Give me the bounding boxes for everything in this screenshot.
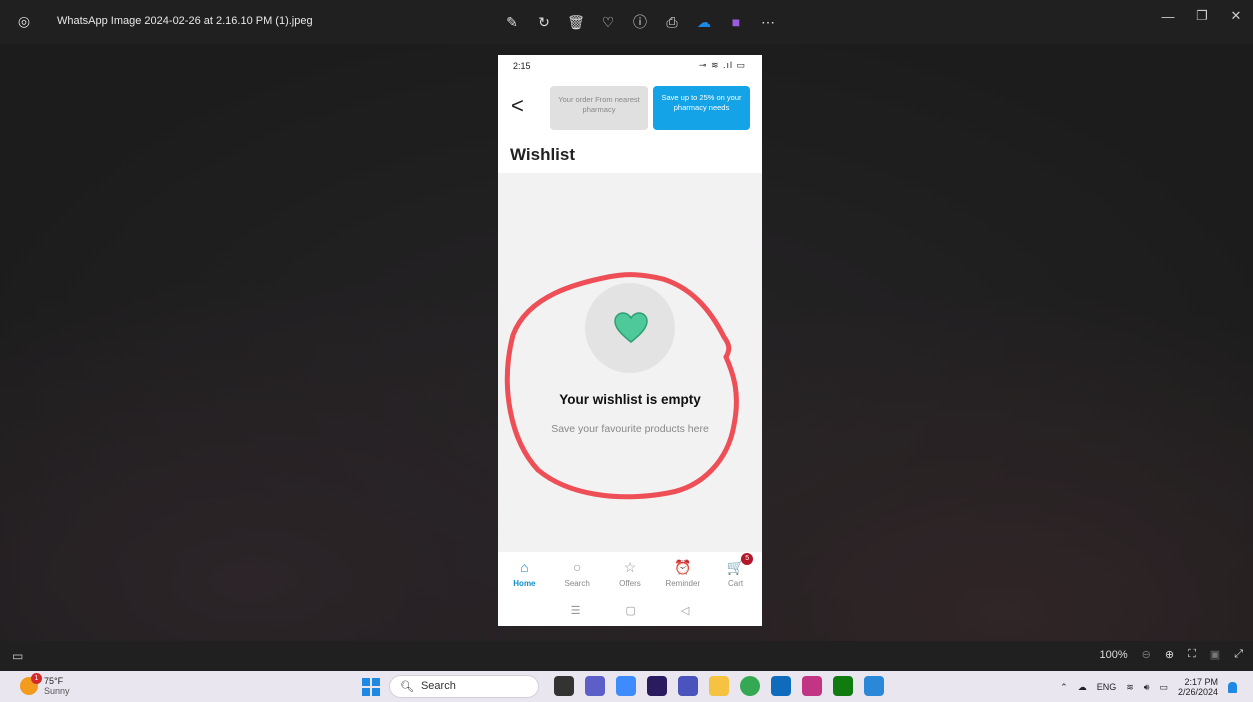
edit-icon[interactable]: ✎ xyxy=(500,10,524,34)
teams-icon[interactable] xyxy=(585,676,605,696)
zoom-controls: 100% ⊖ ⊕ ⛶ ▣ ⤢ xyxy=(1100,648,1244,661)
zoom-out-icon[interactable]: ⊖ xyxy=(1142,648,1151,661)
onedrive-tray-icon[interactable]: ☁ xyxy=(1078,682,1087,693)
nav-label: Offers xyxy=(619,579,641,588)
title-bar: ◎ WhatsApp Image 2024-02-26 at 2.16.10 P… xyxy=(0,0,1253,44)
nav-label: Home xyxy=(513,579,536,588)
weather-widget[interactable]: 1 75°F Sunny xyxy=(20,673,70,696)
promo-banner-nearest[interactable]: Your order From nearest pharmacy xyxy=(550,86,648,130)
android-nav-bar: ☰ ▢ ◁ xyxy=(498,595,762,626)
nav-label: Cart xyxy=(728,579,744,588)
xbox-icon[interactable] xyxy=(833,676,853,696)
taskbar-search[interactable]: 🔍︎ Search xyxy=(389,675,539,698)
clipchamp-icon[interactable]: ■ xyxy=(724,10,748,34)
empty-state-title: Your wishlist is empty xyxy=(559,392,701,407)
search-placeholder: Search xyxy=(420,680,456,692)
page-title: Wishlist xyxy=(510,145,576,164)
app-store-icon[interactable] xyxy=(616,676,636,696)
app-header: < Your order From nearest pharmacy Save … xyxy=(498,79,762,139)
clock[interactable]: 2:17 PM 2/26/2024 xyxy=(1178,677,1218,697)
restore-button[interactable]: ❐ xyxy=(1185,0,1219,32)
empty-state-illustration xyxy=(585,283,675,373)
wifi-icon[interactable]: ≋ xyxy=(1126,682,1134,693)
minimize-button[interactable]: — xyxy=(1151,0,1185,32)
sun-icon: 1 xyxy=(20,673,42,695)
chrome-icon[interactable] xyxy=(740,676,760,696)
pinned-apps xyxy=(554,676,884,696)
clock-date: 2/26/2024 xyxy=(1177,687,1218,697)
volume-icon[interactable]: 🔊︎ xyxy=(1144,682,1150,693)
alarm-clock-icon: ⏰ xyxy=(674,559,692,575)
file-name: WhatsApp Image 2024-02-26 at 2.16.10 PM … xyxy=(57,15,313,27)
search-icon: ○ xyxy=(572,559,582,575)
back-arrow-icon[interactable]: < xyxy=(511,95,524,117)
print-icon[interactable]: ⎙ xyxy=(660,10,684,34)
heart-icon xyxy=(614,312,648,343)
home-square-icon[interactable]: ▢ xyxy=(626,604,636,617)
premiere-icon[interactable] xyxy=(647,676,667,696)
viewer-bottom-bar: ▭ 100% ⊖ ⊕ ⛶ ▣ ⤢ xyxy=(0,641,1253,671)
file-explorer-icon[interactable] xyxy=(709,676,729,696)
nav-cart[interactable]: 🛒 5 Cart xyxy=(709,552,762,595)
cart-count-badge: 5 xyxy=(741,553,754,565)
close-button[interactable]: ✕ xyxy=(1219,0,1253,32)
rotate-icon[interactable]: ↻ xyxy=(532,10,556,34)
more-icon[interactable]: ⋯ xyxy=(756,10,780,34)
task-view-icon[interactable] xyxy=(554,676,574,696)
search-icon: 🔍︎ xyxy=(400,681,414,693)
nav-label: Reminder xyxy=(665,579,701,588)
phone-screenshot: 2:15 ⊸ ≋ .ıl ▭ < Your order From nearest… xyxy=(498,55,762,626)
nav-label: Search xyxy=(564,579,590,588)
recents-icon[interactable]: ☰ xyxy=(571,604,581,617)
actual-size-icon[interactable]: ▣ xyxy=(1210,648,1220,661)
filmstrip-icon[interactable]: ▭ xyxy=(12,649,23,663)
temperature: 75°F xyxy=(44,676,64,686)
microsoft-store-icon[interactable] xyxy=(771,676,791,696)
bottom-nav: ⌂ Home ○ Search ☆ Offers ⏰ Reminder 🛒 5 … xyxy=(498,552,762,595)
zoom-in-icon[interactable]: ⊕ xyxy=(1165,648,1174,661)
page-title-bar: Wishlist xyxy=(498,139,762,173)
language-indicator[interactable]: ENG xyxy=(1097,682,1117,692)
system-tray: ⌃ ☁ ENG ≋ 🔊︎ ▭ 2:17 PM 2/26/2024 xyxy=(1060,677,1237,697)
delete-icon[interactable]: 🗑 xyxy=(564,10,588,34)
viewer-toolbar: ✎ ↻ 🗑 ♡ ⓘ ⎙ ☁ ■ ⋯ xyxy=(500,10,780,34)
nav-offers[interactable]: ☆ Offers xyxy=(604,552,657,595)
fullscreen-icon[interactable]: ⤢ xyxy=(1234,648,1243,661)
windows-taskbar: 1 75°F Sunny 🔍︎ Search ⌃ ☁ ENG ≋ 🔊︎ ▭ 2:… xyxy=(0,671,1253,702)
instagram-icon[interactable] xyxy=(802,676,822,696)
notification-bell-icon[interactable] xyxy=(1228,681,1237,693)
window-controls: — ❐ ✕ xyxy=(1151,0,1253,32)
zoom-level: 100% xyxy=(1099,648,1128,661)
onedrive-icon[interactable]: ☁ xyxy=(692,10,716,34)
clock-time: 2:17 PM xyxy=(1184,677,1218,687)
fit-window-icon[interactable]: ⛶ xyxy=(1188,648,1196,661)
nav-search[interactable]: ○ Search xyxy=(551,552,604,595)
windows-start-icon[interactable] xyxy=(362,678,380,696)
back-triangle-icon[interactable]: ◁ xyxy=(681,604,689,617)
photos-app-icon: ◎ xyxy=(17,13,31,29)
promo-banner-save[interactable]: Save up to 25% on your pharmacy needs xyxy=(653,86,750,130)
empty-state-subtitle: Save your favourite products here xyxy=(551,423,709,435)
nav-home[interactable]: ⌂ Home xyxy=(498,552,551,595)
nav-reminder[interactable]: ⏰ Reminder xyxy=(656,552,709,595)
status-time: 2:15 xyxy=(513,61,531,71)
battery-icon[interactable]: ▭ xyxy=(1159,682,1168,693)
weather-condition: Sunny xyxy=(44,686,70,696)
status-icons: ⊸ ≋ .ıl ▭ xyxy=(698,60,746,70)
phone-status-bar: 2:15 ⊸ ≋ .ıl ▭ xyxy=(498,55,762,79)
offers-icon: ☆ xyxy=(623,559,637,575)
show-hidden-icon[interactable]: ⌃ xyxy=(1060,682,1068,693)
info-icon[interactable]: ⓘ xyxy=(628,10,652,34)
weather-badge: 1 xyxy=(31,673,42,684)
home-icon: ⌂ xyxy=(520,559,529,575)
favorite-icon[interactable]: ♡ xyxy=(596,10,620,34)
photos-icon[interactable] xyxy=(864,676,884,696)
teams-work-icon[interactable] xyxy=(678,676,698,696)
